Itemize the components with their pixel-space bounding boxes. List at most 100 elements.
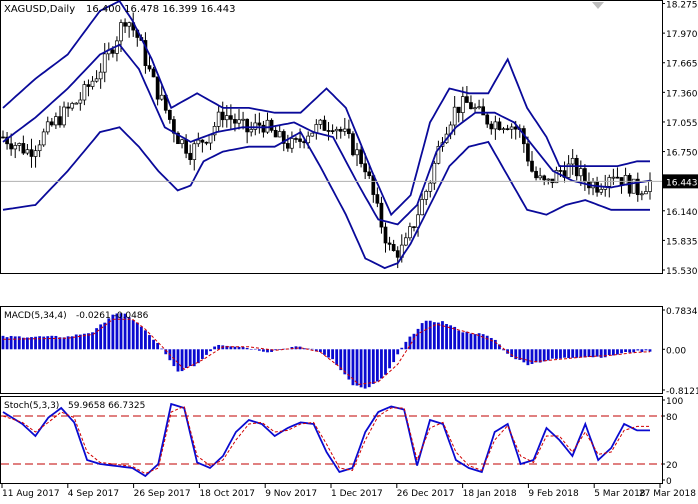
candle-body bbox=[367, 171, 372, 177]
candle-body bbox=[640, 193, 644, 196]
candle-body bbox=[21, 143, 26, 154]
candle-body bbox=[359, 149, 363, 165]
macd-bar bbox=[262, 349, 265, 352]
macd-bar bbox=[184, 349, 188, 369]
candle-body bbox=[489, 123, 494, 130]
candle-body bbox=[347, 128, 351, 135]
candle-body bbox=[355, 149, 359, 156]
candle-body bbox=[45, 121, 50, 133]
macd-panel-title: MACD(5,34,4) bbox=[4, 311, 67, 321]
candle-body bbox=[17, 143, 22, 146]
candle-body bbox=[273, 129, 278, 138]
candle-body bbox=[200, 139, 205, 143]
macd-bar bbox=[632, 349, 636, 353]
macd-bar bbox=[107, 318, 111, 350]
macd-bar bbox=[624, 349, 627, 353]
macd-bar bbox=[563, 349, 566, 358]
candle-body bbox=[469, 102, 473, 110]
candle-body bbox=[310, 132, 315, 137]
time-tick-label: 27 Mar 2018 bbox=[639, 489, 696, 499]
candle-body bbox=[82, 84, 87, 101]
price-tick-label: 17.665 bbox=[666, 60, 698, 70]
macd-bar bbox=[416, 328, 420, 350]
macd-bar bbox=[367, 349, 371, 388]
price-axis: 18.275 17.970 17.665 17.360 17.055 16.750 16.4… bbox=[662, 1, 698, 277]
candle-body bbox=[485, 114, 490, 125]
candle-body bbox=[33, 150, 38, 157]
macd-bar bbox=[388, 349, 391, 369]
candle-body bbox=[233, 119, 237, 124]
candle-body bbox=[395, 250, 400, 258]
macd-bar bbox=[70, 336, 74, 350]
trading-chart-window[interactable]: 18.275 17.970 17.665 17.360 17.055 16.750 16.4… bbox=[0, 0, 698, 500]
candle-body bbox=[224, 115, 229, 121]
candle-body bbox=[452, 106, 457, 126]
candle-body bbox=[90, 80, 95, 87]
macd-bar bbox=[636, 349, 640, 351]
candle-body bbox=[391, 244, 396, 252]
time-tick-label: 1 Dec 2017 bbox=[331, 489, 383, 499]
candle-body bbox=[261, 124, 266, 133]
macd-bar bbox=[87, 333, 90, 350]
candle-body bbox=[245, 118, 250, 133]
candle-body bbox=[102, 53, 107, 73]
macd-bar bbox=[542, 349, 546, 362]
candle-body bbox=[342, 128, 347, 132]
macd-bar bbox=[522, 349, 526, 363]
macd-tick-label: -0.8121 bbox=[666, 387, 698, 397]
time-tick-label: 18 Jan 2018 bbox=[463, 489, 517, 499]
time-tick-label: 11 Aug 2017 bbox=[2, 489, 60, 499]
macd-bar bbox=[644, 349, 648, 351]
candle-body bbox=[127, 22, 131, 27]
candle-body bbox=[1, 136, 5, 139]
macd-bar bbox=[253, 348, 257, 350]
macd-bar bbox=[371, 349, 375, 384]
macd-bar bbox=[38, 336, 42, 350]
macd-tick-label: 0.00 bbox=[666, 346, 686, 356]
macd-bar bbox=[318, 349, 322, 352]
price-tick-label: 15.835 bbox=[666, 237, 698, 247]
macd-bar bbox=[192, 349, 196, 367]
time-tick-label: 26 Dec 2017 bbox=[397, 489, 455, 499]
candle-body bbox=[383, 226, 388, 244]
candle-body bbox=[465, 96, 469, 103]
chart-canvas[interactable]: 18.275 17.970 17.665 17.360 17.055 16.750 16.4… bbox=[0, 0, 698, 500]
candle-body bbox=[615, 176, 620, 179]
stochastic-tick-label: 20 bbox=[666, 461, 678, 471]
candle-body bbox=[534, 170, 538, 179]
candle-body bbox=[285, 143, 290, 149]
candle-body bbox=[155, 76, 160, 100]
price-tick-label: 17.360 bbox=[666, 89, 698, 99]
candle-body bbox=[294, 138, 298, 140]
candle-body bbox=[180, 139, 184, 145]
macd-bar bbox=[550, 349, 554, 359]
candle-body bbox=[607, 177, 612, 187]
macd-bar bbox=[351, 349, 355, 386]
candle-body bbox=[501, 128, 506, 131]
macd-bar bbox=[579, 349, 583, 358]
candle-body bbox=[196, 139, 201, 145]
candle-body bbox=[37, 144, 42, 152]
candle-body bbox=[184, 139, 188, 154]
candle-body bbox=[460, 96, 465, 113]
macd-bar bbox=[91, 332, 94, 350]
macd-bar bbox=[54, 335, 58, 350]
candle-body bbox=[241, 118, 245, 121]
candle-body bbox=[538, 175, 542, 179]
candle-body bbox=[54, 116, 58, 126]
stochastic-tick-label: 0 bbox=[666, 477, 672, 487]
macd-bar bbox=[485, 335, 489, 350]
candle-body bbox=[237, 119, 241, 124]
candle-body bbox=[66, 106, 70, 109]
candle-body bbox=[265, 119, 270, 133]
candle-body bbox=[74, 102, 79, 105]
macd-bar bbox=[412, 333, 416, 350]
macd-bar bbox=[355, 349, 359, 386]
macd-bar bbox=[493, 339, 497, 350]
candle-body bbox=[49, 121, 54, 126]
macd-bar bbox=[127, 317, 131, 350]
macd-bar bbox=[205, 349, 208, 355]
candle-body bbox=[322, 119, 327, 131]
last-price-label: 16.443 bbox=[666, 178, 698, 188]
macd-bar bbox=[131, 320, 135, 350]
